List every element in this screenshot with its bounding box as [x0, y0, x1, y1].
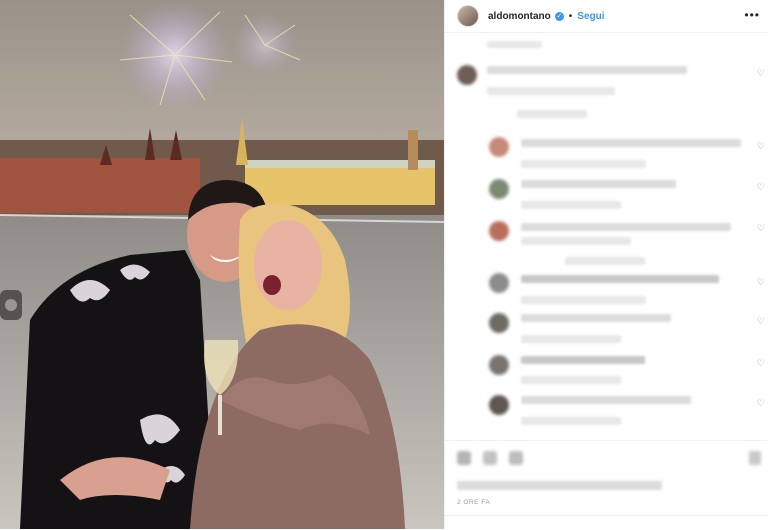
blurred-comment [521, 237, 631, 245]
blurred-comment [521, 376, 621, 384]
like-heart-icon[interactable]: ♡ [757, 316, 765, 327]
blurred-comment [521, 314, 671, 322]
blurred-comment [521, 335, 621, 343]
blurred-comment [517, 110, 587, 118]
user-avatar[interactable] [457, 5, 479, 27]
blurred-likes [457, 481, 662, 490]
blurred-comment [487, 66, 687, 74]
blurred-comment [565, 257, 645, 265]
blurred-comment [521, 160, 646, 168]
commenter-avatar[interactable] [489, 179, 509, 199]
post-side-panel: aldomontano ✓ • Segui ••• ♡ ♡ ♡ ♡ ♡ ♡ ♡ … [444, 0, 768, 529]
post-timestamp: 2 ORE FA [457, 499, 491, 506]
commenter-avatar[interactable] [489, 137, 509, 157]
like-icon[interactable] [457, 451, 471, 465]
more-options-icon[interactable]: ••• [744, 8, 760, 22]
blurred-comment [521, 296, 646, 304]
like-heart-icon[interactable]: ♡ [757, 398, 765, 409]
blurred-comment [521, 275, 719, 283]
like-heart-icon[interactable]: ♡ [757, 182, 765, 193]
blurred-comment [521, 201, 621, 209]
post-actions-bar [445, 440, 768, 471]
blurred-comment [487, 87, 615, 95]
commenter-avatar[interactable] [457, 65, 477, 85]
blurred-comment [521, 139, 741, 147]
like-heart-icon[interactable]: ♡ [757, 277, 765, 288]
blurred-comment [521, 223, 731, 231]
post-photo[interactable] [0, 0, 444, 529]
woman-face [254, 220, 322, 310]
blurred-comment [521, 180, 676, 188]
blurred-comment [521, 396, 691, 404]
verified-badge-icon: ✓ [554, 11, 564, 21]
bookmark-icon[interactable] [749, 451, 761, 465]
comment-icon[interactable] [483, 451, 497, 465]
share-icon[interactable] [509, 451, 523, 465]
photo-scene [0, 0, 444, 529]
add-comment-bar[interactable] [445, 515, 768, 530]
post-header: aldomontano ✓ • Segui ••• [445, 0, 768, 33]
commenter-avatar[interactable] [489, 273, 509, 293]
like-heart-icon[interactable]: ♡ [757, 68, 765, 79]
like-heart-icon[interactable]: ♡ [757, 358, 765, 369]
comments-list[interactable]: ♡ ♡ ♡ ♡ ♡ ♡ ♡ ♡ [445, 33, 768, 438]
blurred-comment [521, 417, 621, 425]
museum-building [0, 158, 200, 213]
like-heart-icon[interactable]: ♡ [757, 223, 765, 234]
commenter-avatar[interactable] [489, 221, 509, 241]
commenter-avatar[interactable] [489, 355, 509, 375]
lit-palace [245, 165, 435, 205]
follow-button[interactable]: Segui [577, 11, 604, 22]
commenter-avatar[interactable] [489, 313, 509, 333]
separator-dot: • [568, 10, 573, 22]
commenter-avatar[interactable] [489, 395, 509, 415]
blurred-text [487, 41, 542, 48]
username-link[interactable]: aldomontano [488, 11, 551, 22]
blurred-comment [521, 356, 645, 364]
like-heart-icon[interactable]: ♡ [757, 141, 765, 152]
